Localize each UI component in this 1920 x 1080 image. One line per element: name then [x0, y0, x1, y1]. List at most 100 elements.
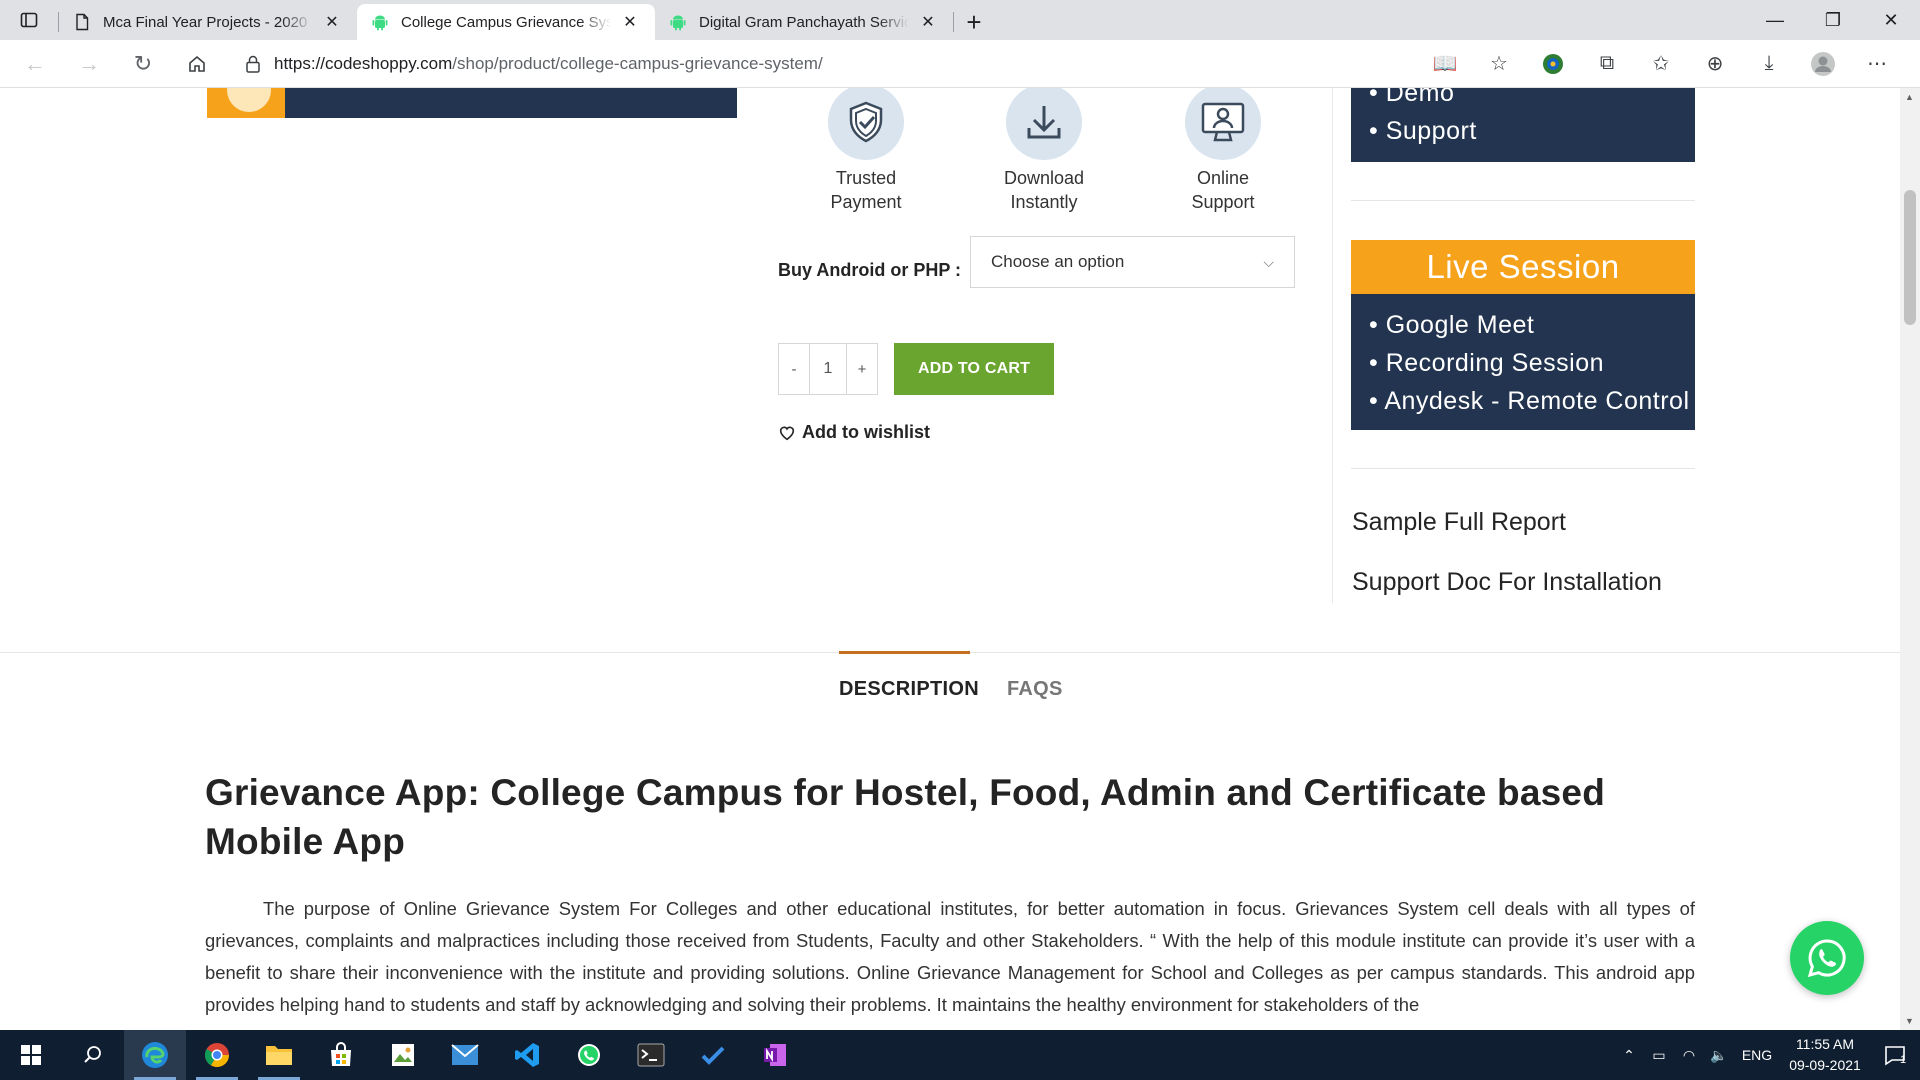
variation-select[interactable]: Choose an option ⌵	[970, 236, 1295, 288]
chevron-up-icon[interactable]: ⌃	[1614, 1047, 1644, 1064]
search-button[interactable]	[62, 1030, 124, 1080]
chrome-icon	[204, 1043, 229, 1068]
start-button[interactable]	[0, 1030, 62, 1080]
browser-tab-3[interactable]: Digital Gram Panchayath Services ✕	[655, 4, 953, 40]
feature-trusted-payment: Trusted Payment	[796, 88, 936, 214]
taskbar-store[interactable]	[310, 1030, 372, 1080]
feature-label-line2: Payment	[830, 192, 902, 212]
favorites-icon: ✩	[1652, 53, 1670, 75]
store-icon	[331, 1042, 351, 1066]
vscode-icon	[515, 1043, 539, 1067]
settings-menu-button[interactable]: ⋯	[1850, 44, 1904, 84]
close-tab-icon[interactable]: ✕	[917, 11, 939, 33]
sidebar-banner-demo-support[interactable]: Demo Support	[1351, 88, 1695, 162]
collections-button[interactable]: ⊕	[1688, 44, 1742, 84]
address-bar[interactable]: https://codeshoppy.com/shop/product/coll…	[230, 45, 1400, 83]
taskbar-file-explorer[interactable]	[248, 1030, 310, 1080]
onenote-icon	[764, 1044, 786, 1066]
edge-browser-icon	[142, 1042, 168, 1068]
page-viewport: Trusted Payment Download Instantly Onlin…	[0, 88, 1900, 1030]
browser-tab-1[interactable]: Mca Final Year Projects - 2020 2021 ✕	[59, 4, 357, 40]
scroll-up-icon[interactable]: ▲	[1905, 92, 1914, 102]
add-to-cart-button[interactable]: ADD TO CART	[894, 343, 1054, 395]
taskbar-photos[interactable]	[372, 1030, 434, 1080]
tab-actions-button[interactable]	[0, 0, 58, 40]
language-indicator[interactable]: ENG	[1734, 1047, 1780, 1063]
downloads-button[interactable]: ⤓	[1742, 44, 1796, 84]
scroll-down-icon[interactable]: ▼	[1905, 1016, 1914, 1026]
star-plus-icon: ☆	[1490, 53, 1508, 75]
tab-faqs[interactable]: FAQS	[1007, 651, 1063, 711]
home-button[interactable]	[170, 44, 224, 84]
notification-center-button[interactable]: 1	[1870, 1044, 1920, 1066]
restore-icon[interactable]: ❐	[1804, 10, 1862, 31]
feature-label-line2: Instantly	[1010, 192, 1078, 212]
extensions-button[interactable]: ⧉	[1580, 44, 1634, 84]
support-doc-link[interactable]: Support Doc For Installation	[1352, 568, 1662, 597]
taskbar-whatsapp[interactable]	[558, 1030, 620, 1080]
refresh-icon: ↻	[133, 50, 153, 76]
sidebar-separator	[1351, 468, 1695, 469]
taskbar-chrome[interactable]	[186, 1030, 248, 1080]
feature-icon-circle	[828, 88, 904, 160]
new-tab-button[interactable]: +	[954, 4, 994, 40]
browser-tab-2[interactable]: College Campus Grievance System ✕	[357, 4, 655, 40]
clock[interactable]: 11:55 AM 09-09-2021	[1780, 1034, 1870, 1076]
close-tab-icon[interactable]: ✕	[321, 11, 343, 33]
page-scrollbar[interactable]: ▲ ▼	[1900, 88, 1920, 1030]
android-icon	[670, 15, 686, 31]
description-paragraph: The purpose of Online Grievance System F…	[205, 898, 1695, 1015]
add-favorite-button[interactable]: ☆	[1472, 44, 1526, 84]
qty-input[interactable]: 1	[809, 344, 847, 394]
whatsapp-chat-button[interactable]	[1790, 921, 1864, 995]
banner-list-item: Support	[1369, 112, 1695, 150]
reader-view-button[interactable]: 📖	[1418, 44, 1472, 84]
banner-list-item: Anydesk - Remote Control	[1369, 382, 1695, 420]
tab-description[interactable]: DESCRIPTION	[839, 651, 979, 711]
banner-list-item: Google Meet	[1369, 306, 1695, 344]
taskbar-todo[interactable]	[682, 1030, 744, 1080]
back-button[interactable]: ←	[8, 44, 62, 84]
taskbar-onenote[interactable]	[744, 1030, 806, 1080]
sample-full-report-link[interactable]: Sample Full Report	[1352, 508, 1566, 537]
qty-plus-button[interactable]: +	[847, 344, 877, 394]
sidebar-banner-live-session[interactable]: Live Session Google Meet Recording Sessi…	[1351, 240, 1695, 430]
feature-online-support: Online Support	[1153, 88, 1293, 214]
taskbar-mail[interactable]	[434, 1030, 496, 1080]
taskbar-terminal[interactable]	[620, 1030, 682, 1080]
minimize-icon[interactable]: —	[1746, 10, 1804, 31]
feature-label-line1: Trusted	[835, 168, 897, 188]
avatar-icon	[1811, 51, 1835, 76]
refresh-button[interactable]: ↻	[116, 44, 170, 84]
favorites-button[interactable]: ✩	[1634, 44, 1688, 84]
battery-icon[interactable]: ▭	[1644, 1047, 1674, 1064]
puzzle-icon: ⧉	[1599, 52, 1615, 74]
sidebar-separator	[1351, 200, 1695, 201]
extension-globe-button[interactable]	[1526, 44, 1580, 84]
volume-icon[interactable]: 🔈	[1704, 1047, 1734, 1064]
wifi-icon[interactable]: ◠	[1674, 1047, 1704, 1064]
url-host: https://codeshoppy.com	[274, 53, 453, 73]
close-tab-icon[interactable]: ✕	[619, 11, 641, 33]
folder-icon	[266, 1046, 292, 1065]
taskbar-edge[interactable]	[124, 1030, 186, 1080]
close-window-icon[interactable]: ✕	[1862, 10, 1920, 31]
profile-button[interactable]	[1796, 44, 1850, 84]
plus-icon: +	[966, 6, 982, 37]
qty-minus-button[interactable]: -	[779, 344, 809, 394]
feature-icon-circle	[1185, 88, 1261, 160]
photos-icon	[392, 1044, 414, 1066]
mail-icon	[451, 1044, 479, 1065]
support-monitor-icon	[1201, 102, 1245, 142]
checkmark-icon	[701, 1046, 725, 1065]
product-gallery-image[interactable]	[207, 88, 737, 118]
scrollbar-thumb[interactable]	[1904, 190, 1916, 325]
banner-title: Live Session	[1351, 240, 1695, 294]
banner-list: Demo Support	[1351, 88, 1695, 160]
windows-logo-icon	[21, 1045, 41, 1065]
forward-button[interactable]: →	[62, 44, 116, 84]
feature-label-line2: Support	[1191, 192, 1255, 212]
taskbar-vscode[interactable]	[496, 1030, 558, 1080]
tab-actions-icon	[20, 12, 38, 28]
add-to-wishlist-link[interactable]: Add to wishlist	[778, 422, 930, 443]
